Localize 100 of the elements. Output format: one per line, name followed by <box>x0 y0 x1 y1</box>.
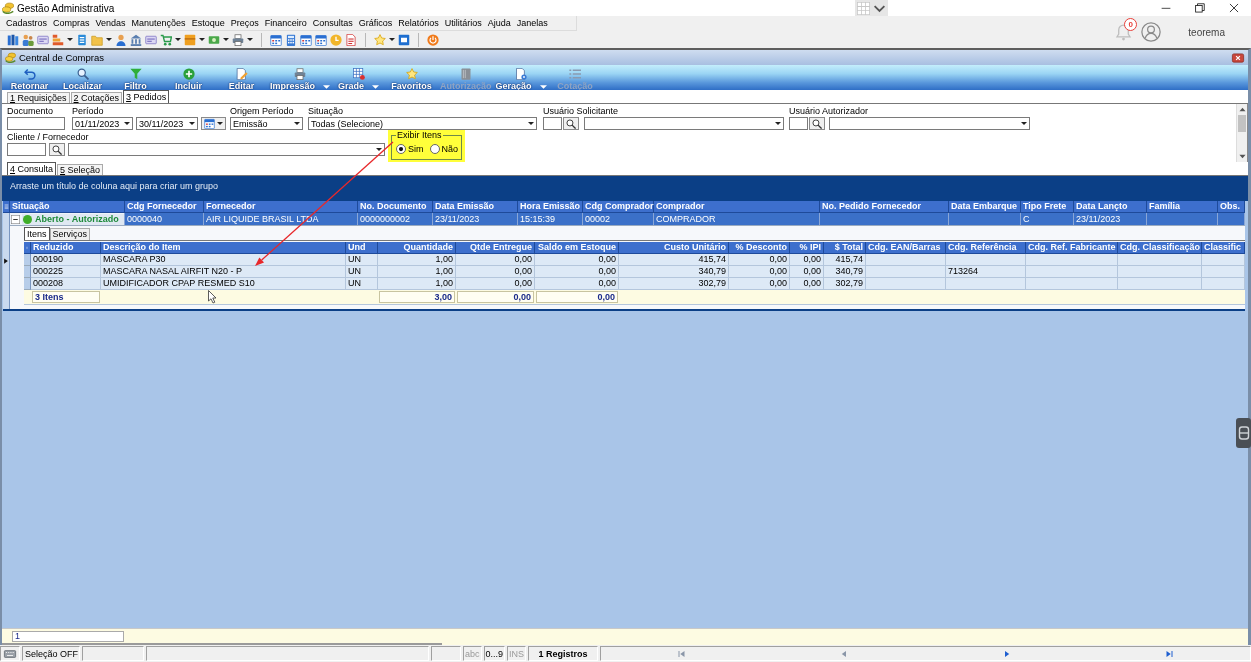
caret-icon[interactable] <box>389 38 395 41</box>
column-header[interactable]: Qtde Entregue <box>456 242 535 254</box>
printer-icon[interactable] <box>232 33 244 46</box>
caret-icon[interactable] <box>247 38 253 41</box>
menu-item[interactable]: Relatórios <box>395 16 442 30</box>
scrollbar[interactable] <box>1236 104 1247 162</box>
column-header[interactable]: Cdg. Classificação <box>1118 242 1202 254</box>
bell-icon[interactable] <box>1115 23 1133 41</box>
column-header[interactable]: Obs. <box>1218 201 1245 213</box>
client-code-field[interactable] <box>7 143 46 156</box>
caret-icon[interactable] <box>199 38 205 41</box>
caret-icon[interactable] <box>775 122 781 125</box>
restore-icon[interactable] <box>1195 3 1205 13</box>
approver-dropdown[interactable] <box>829 117 1030 130</box>
radio-button[interactable] <box>429 144 440 154</box>
start-date-field[interactable]: 01/11/2023 <box>72 117 133 130</box>
document-icon[interactable] <box>345 33 357 46</box>
caret-icon[interactable] <box>528 122 534 125</box>
column-header[interactable]: Cdg Comprador <box>583 201 654 213</box>
menu-item[interactable]: Consultas <box>309 16 356 30</box>
tab[interactable]: Serviços <box>49 228 91 240</box>
menu-item[interactable]: Compras <box>50 16 93 30</box>
print-button[interactable]: Impressão <box>268 65 333 90</box>
window-icon[interactable] <box>398 33 410 46</box>
column-header[interactable]: Data Embarque <box>949 201 1021 213</box>
menu-item[interactable]: Manutenções <box>128 16 189 30</box>
scroll-down-icon[interactable] <box>1238 153 1246 160</box>
tab[interactable]: 2 Cotações <box>70 92 123 103</box>
column-header[interactable]: No. Pedido Fornecedor <box>820 201 949 213</box>
radio-button[interactable] <box>396 144 406 154</box>
tab[interactable]: 3 Pedidos <box>123 90 170 103</box>
caret-icon[interactable] <box>189 122 195 125</box>
favorites-button[interactable]: Favoritos <box>385 65 439 90</box>
column-header[interactable]: Família <box>1147 201 1218 213</box>
menu-item[interactable]: Cadastros <box>3 16 51 30</box>
close-icon[interactable] <box>1229 3 1239 13</box>
menu-item[interactable]: Ajuda <box>484 16 514 30</box>
calendar-icon[interactable] <box>270 33 282 46</box>
caret-icon[interactable] <box>294 122 300 125</box>
menu-item[interactable]: Utilitários <box>441 16 485 30</box>
people-icon[interactable] <box>22 33 34 46</box>
caret-icon[interactable] <box>106 38 112 41</box>
column-menu-icon[interactable] <box>3 202 9 211</box>
tab[interactable]: 1 Requisições <box>7 92 70 103</box>
calculator-icon[interactable] <box>285 33 297 46</box>
column-header[interactable]: Descrição do Item <box>101 242 346 254</box>
search-button[interactable] <box>49 143 65 156</box>
calendar-icon[interactable] <box>315 33 327 46</box>
handle-icon[interactable] <box>1236 418 1251 448</box>
menu-item[interactable]: Janelas <box>513 16 551 30</box>
column-header[interactable]: Und <box>346 242 378 254</box>
column-header[interactable]: Cdg Fornecedor <box>125 201 204 213</box>
column-header[interactable]: Saldo em Estoque <box>535 242 619 254</box>
column-header[interactable]: Quantidade <box>378 242 456 254</box>
requester-dropdown[interactable] <box>584 117 784 130</box>
generate-button[interactable]: Geração <box>493 65 549 90</box>
column-header[interactable]: Comprador <box>654 201 820 213</box>
add-button[interactable]: Incluir <box>162 65 215 90</box>
caret-icon[interactable] <box>1021 122 1027 125</box>
search-button[interactable] <box>563 117 579 130</box>
document-field[interactable] <box>7 117 65 130</box>
column-header[interactable]: Data Emissão <box>433 201 518 213</box>
column-header[interactable]: Cdg. EAN/Barras <box>866 242 946 254</box>
calendar-button[interactable] <box>201 117 226 130</box>
search-button[interactable] <box>809 117 825 130</box>
caret-icon[interactable] <box>376 148 382 151</box>
next-icon[interactable] <box>1002 649 1011 658</box>
column-header[interactable]: Situação <box>10 201 125 213</box>
user-code-field[interactable] <box>789 117 808 130</box>
column-header[interactable]: Cdg. Referência <box>946 242 1026 254</box>
period-origin-dropdown[interactable]: Emissão <box>230 117 303 130</box>
radio-label[interactable]: Não <box>441 144 458 154</box>
calendar-icon[interactable] <box>300 33 312 46</box>
last-icon[interactable] <box>1164 649 1173 658</box>
document-icon[interactable] <box>76 33 88 46</box>
caret-icon[interactable] <box>67 38 73 41</box>
tab[interactable]: 4 Consulta <box>7 162 57 175</box>
caret-icon[interactable] <box>175 38 181 41</box>
horizontal-scrollbar[interactable] <box>2 643 442 645</box>
column-header[interactable]: Tipo Frete <box>1021 201 1074 213</box>
caret-icon[interactable] <box>223 38 229 41</box>
star-icon[interactable] <box>374 33 386 46</box>
column-header[interactable]: Hora Emissão <box>518 201 583 213</box>
client-dropdown[interactable] <box>68 143 385 156</box>
column-header[interactable]: Cdg. Ref. Fabricante <box>1026 242 1118 254</box>
menu-item[interactable]: Preços <box>227 16 262 30</box>
record-field[interactable]: 1 <box>12 631 124 642</box>
menu-item[interactable]: Financeiro <box>261 16 310 30</box>
grid-button[interactable]: Grade <box>332 65 386 90</box>
power-icon[interactable] <box>427 33 439 46</box>
column-header[interactable]: No. Documento <box>358 201 433 213</box>
column-header[interactable]: $ Total <box>824 242 866 254</box>
menu-item[interactable]: Estoque <box>188 16 228 30</box>
card-icon[interactable] <box>37 33 49 46</box>
tab[interactable]: 5 Seleção <box>57 164 104 175</box>
return-button[interactable]: Retornar <box>3 65 56 90</box>
column-header[interactable]: Reduzido <box>31 242 101 254</box>
column-header[interactable]: Classific <box>1202 242 1245 254</box>
card-icon[interactable] <box>145 33 157 46</box>
end-date-field[interactable]: 30/11/2023 <box>136 117 198 130</box>
